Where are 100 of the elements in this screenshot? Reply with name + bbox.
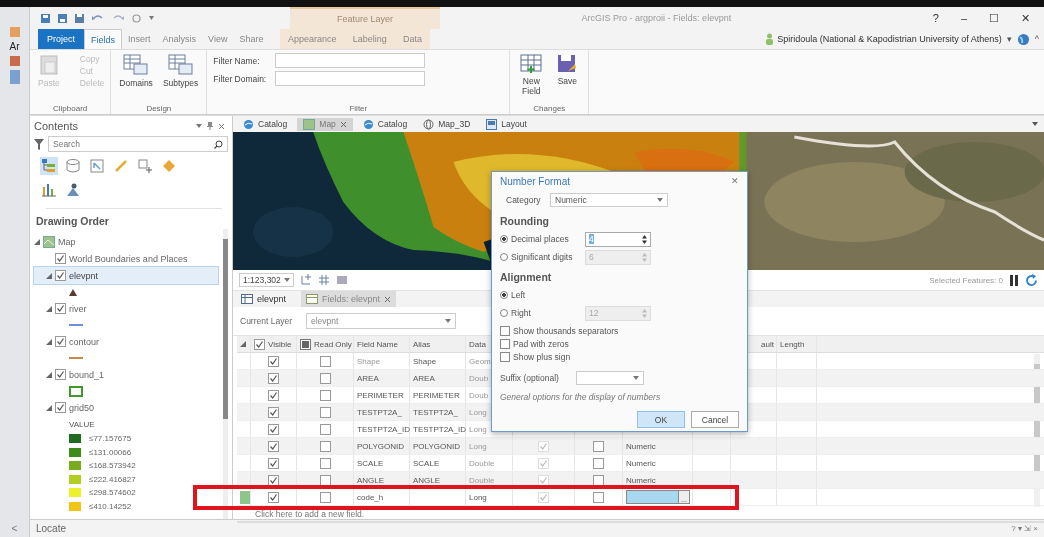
layer-name[interactable]: contour	[69, 336, 100, 347]
expand-arrow-icon[interactable]	[46, 338, 52, 345]
column-header[interactable]: ault	[761, 339, 776, 349]
layer-checkbox[interactable]	[55, 402, 66, 413]
window-control[interactable]: ?	[932, 11, 939, 25]
checkbox[interactable]: Show plus sign	[500, 352, 739, 362]
document-tab[interactable]: Catalog	[356, 117, 414, 131]
design-button[interactable]: Subtypes	[160, 53, 201, 104]
visible-checkbox[interactable]	[268, 406, 279, 418]
project-tab[interactable]: Project	[38, 29, 84, 49]
table-icon[interactable]	[336, 274, 348, 286]
circle-icon[interactable]	[131, 12, 142, 24]
expand-arrow-icon[interactable]	[46, 371, 52, 378]
selection-icon[interactable]	[88, 157, 106, 175]
caret-icon[interactable]	[633, 376, 639, 380]
radio-button[interactable]: Left	[500, 290, 585, 300]
category-dropdown[interactable]: Numeric	[550, 193, 668, 207]
filter-field[interactable]	[275, 53, 426, 68]
column-header[interactable]: Read Only	[314, 339, 352, 349]
open-project-icon[interactable]	[57, 12, 68, 24]
layer-name[interactable]: river	[69, 303, 87, 314]
expand-arrow-icon[interactable]	[46, 404, 52, 411]
checkbox[interactable]: Show thousands separators	[500, 326, 739, 336]
visible-checkbox[interactable]	[268, 389, 279, 401]
close-icon[interactable]	[384, 295, 392, 303]
window-control[interactable]: ☐	[989, 11, 999, 25]
column-header[interactable]: Data	[469, 339, 486, 349]
window-control[interactable]: –	[960, 11, 967, 25]
caret-icon[interactable]	[657, 198, 663, 202]
user-menu-caret[interactable]: ▾	[1006, 34, 1012, 44]
caret-icon[interactable]	[444, 319, 451, 323]
visible-checkbox[interactable]	[268, 423, 279, 435]
layer-name[interactable]: grid50	[69, 402, 95, 413]
read-only-checkbox[interactable]	[319, 423, 331, 435]
coordinates-icon[interactable]	[300, 274, 312, 286]
column-header[interactable]: Length	[780, 339, 805, 349]
allow-null-checkbox[interactable]	[538, 440, 549, 452]
close-icon[interactable]	[218, 122, 225, 130]
caret-icon[interactable]	[148, 16, 155, 20]
allow-null-checkbox[interactable]	[538, 474, 549, 486]
user-name[interactable]: Spiridoula (National & Kapodistrian University of Athens)	[777, 34, 1002, 44]
layer-name[interactable]: World Boundaries and Places	[69, 253, 188, 264]
layer-checkbox[interactable]	[55, 253, 66, 264]
layer-checkbox[interactable]	[55, 270, 66, 281]
document-tab[interactable]: Catalog	[237, 117, 294, 131]
scale-dropdown[interactable]: 1:123,302	[239, 273, 294, 287]
allow-null-checkbox[interactable]	[538, 457, 549, 469]
visible-checkbox[interactable]	[268, 491, 279, 503]
read-only-checkbox[interactable]	[319, 355, 331, 367]
grid-icon[interactable]	[318, 274, 330, 286]
header-checkbox[interactable]	[254, 338, 265, 350]
visible-checkbox[interactable]	[268, 355, 279, 367]
highlight-checkbox[interactable]	[593, 474, 604, 486]
map-label[interactable]: Map	[58, 236, 76, 247]
highlight-checkbox[interactable]	[593, 440, 604, 452]
save-icon[interactable]	[74, 12, 85, 24]
read-only-checkbox[interactable]	[319, 474, 331, 486]
layer-checkbox[interactable]	[55, 369, 66, 380]
layer-name[interactable]: elevpnt	[69, 270, 99, 281]
app-icon[interactable]	[9, 70, 20, 84]
ok-button[interactable]: OK	[637, 411, 685, 428]
drawing-order-icon[interactable]	[40, 157, 58, 175]
expand-arrow-icon[interactable]	[34, 238, 40, 245]
save-button[interactable]: Save	[552, 53, 583, 104]
layer-checkbox[interactable]	[55, 336, 66, 347]
data-source-icon[interactable]	[64, 157, 82, 175]
read-only-checkbox[interactable]	[319, 491, 331, 503]
column-header[interactable]: Visible	[268, 339, 292, 349]
collapse-button[interactable]: <	[11, 523, 18, 537]
design-button[interactable]: Domains	[117, 53, 155, 104]
caret-icon[interactable]	[1032, 122, 1038, 126]
visible-checkbox[interactable]	[268, 372, 279, 384]
new-project-icon[interactable]	[40, 12, 51, 24]
ribbon-tab[interactable]: Fields	[84, 29, 123, 49]
filter-field[interactable]	[275, 71, 426, 86]
refresh-icon[interactable]	[1025, 273, 1038, 287]
search-icon[interactable]	[214, 139, 223, 149]
globe-icon[interactable]	[1016, 32, 1030, 46]
filter-icon[interactable]	[34, 138, 44, 150]
visible-checkbox[interactable]	[268, 440, 279, 452]
table-tab[interactable]: elevpnt	[236, 291, 292, 307]
search-field[interactable]: Search	[48, 136, 228, 152]
radio-button[interactable]: Decimal places	[500, 234, 585, 244]
allow-null-checkbox[interactable]	[538, 491, 549, 503]
window-control[interactable]: ✕	[1021, 11, 1030, 25]
visible-checkbox[interactable]	[268, 457, 279, 469]
read-only-checkbox[interactable]	[319, 389, 331, 401]
visible-checkbox[interactable]	[268, 474, 279, 486]
header-checkbox[interactable]	[300, 338, 311, 350]
pane-controls[interactable]: ? ▾ ⇲ ×	[1011, 524, 1038, 533]
snapping-icon[interactable]	[136, 157, 154, 175]
pin-icon[interactable]	[207, 122, 213, 130]
caret-icon[interactable]	[196, 124, 202, 128]
new-field-button[interactable]: New Field	[516, 53, 547, 104]
sort-icon[interactable]	[240, 341, 246, 347]
collapse-ribbon-button[interactable]: ^	[1034, 34, 1039, 44]
layer-name[interactable]: bound_1	[69, 369, 105, 380]
document-tab[interactable]: Map_3D	[417, 117, 477, 131]
read-only-checkbox[interactable]	[319, 457, 331, 469]
checkbox[interactable]: Pad with zeros	[500, 339, 739, 349]
